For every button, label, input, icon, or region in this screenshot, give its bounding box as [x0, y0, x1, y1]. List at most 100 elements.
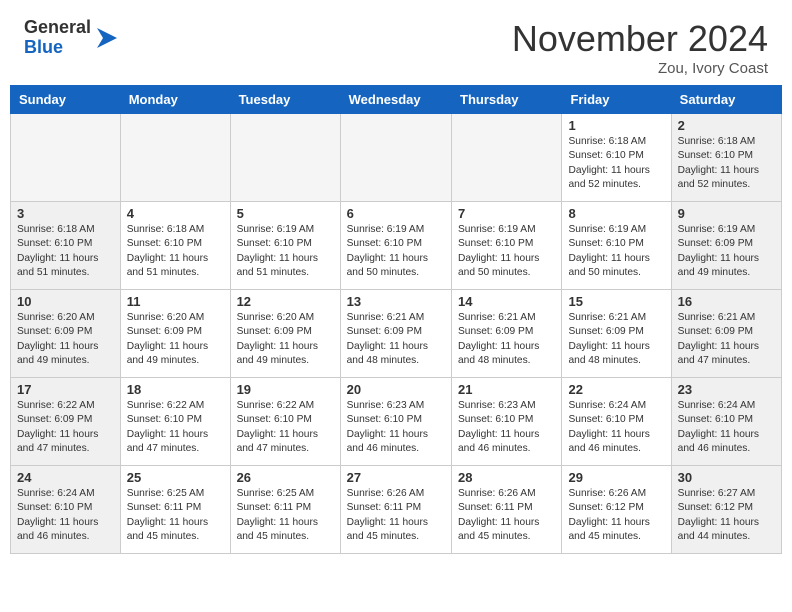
table-row: 29 Sunrise: 6:26 AM Sunset: 6:12 PM Dayli… [562, 466, 671, 554]
table-row: 30Sunrise: 6:27 AM Sunset: 6:12 PM Dayli… [671, 466, 781, 554]
day-info: Sunrise: 6:22 AM Sunset: 6:10 PM Dayligh… [127, 399, 224, 456]
day-info: Sunrise: 6:22 AM Sunset: 6:09 PM Dayligh… [17, 399, 114, 456]
day-number: 26 [237, 470, 334, 485]
col-sunday: Sunday [11, 86, 121, 114]
table-row: 6Sunrise: 6:19 AM Sunset: 6:10 PM Daylig… [340, 202, 451, 290]
day-info: Sunrise: 6:23 AM Sunset: 6:10 PM Dayligh… [347, 399, 445, 456]
calendar-header-row: Sunday Monday Tuesday Wednesday Thursday… [11, 86, 782, 114]
table-row: 26 Sunrise: 6:25 AM Sunset: 6:11 PM Dayli… [230, 466, 340, 554]
day-number: 5 [237, 206, 334, 221]
calendar-week-row: 3 Sunrise: 6:18 AM Sunset: 6:10 PM Daylig… [11, 202, 782, 290]
day-info: Sunrise: 6:21 AM Sunset: 6:09 PM Dayligh… [347, 311, 445, 368]
day-info: Sunrise: 6:24 AM Sunset: 6:10 PM Dayligh… [678, 399, 775, 456]
calendar-wrap: Sunday Monday Tuesday Wednesday Thursday… [0, 85, 792, 560]
day-number: 17 [17, 382, 114, 397]
day-number: 25 [127, 470, 224, 485]
day-number: 30 [678, 470, 775, 485]
day-info: Sunrise: 6:25 AM Sunset: 6:11 PM Dayligh… [237, 487, 334, 544]
table-row: 4 Sunrise: 6:18 AM Sunset: 6:10 PM Daylig… [120, 202, 230, 290]
col-tuesday: Tuesday [230, 86, 340, 114]
day-number: 2 [678, 118, 775, 133]
table-row: 10 Sunrise: 6:20 AM Sunset: 6:09 PM Dayli… [11, 290, 121, 378]
table-row: 14 Sunrise: 6:21 AM Sunset: 6:09 PM Dayli… [452, 290, 562, 378]
day-number: 19 [237, 382, 334, 397]
day-info: Sunrise: 6:19 AM Sunset: 6:10 PM Dayligh… [237, 223, 334, 280]
day-info: Sunrise: 6:19 AM Sunset: 6:10 PM Dayligh… [347, 223, 445, 280]
day-number: 7 [458, 206, 555, 221]
day-info: Sunrise: 6:20 AM Sunset: 6:09 PM Dayligh… [127, 311, 224, 368]
day-number: 16 [678, 294, 775, 309]
day-number: 12 [237, 294, 334, 309]
table-row: 19 Sunrise: 6:22 AM Sunset: 6:10 PM Dayli… [230, 378, 340, 466]
table-row [452, 114, 562, 202]
calendar-week-row: 17 Sunrise: 6:22 AM Sunset: 6:09 PM Dayli… [11, 378, 782, 466]
day-info: Sunrise: 6:24 AM Sunset: 6:10 PM Dayligh… [17, 487, 114, 544]
table-row: 25Sunrise: 6:25 AM Sunset: 6:11 PM Dayli… [120, 466, 230, 554]
col-thursday: Thursday [452, 86, 562, 114]
table-row: 20 Sunrise: 6:23 AM Sunset: 6:10 PM Dayli… [340, 378, 451, 466]
day-number: 23 [678, 382, 775, 397]
table-row: 7 Sunrise: 6:19 AM Sunset: 6:10 PM Daylig… [452, 202, 562, 290]
logo: General Blue [24, 18, 121, 58]
table-row: 9Sunrise: 6:19 AM Sunset: 6:09 PM Daylig… [671, 202, 781, 290]
day-number: 22 [568, 382, 664, 397]
table-row: 28 Sunrise: 6:26 AM Sunset: 6:11 PM Dayli… [452, 466, 562, 554]
day-info: Sunrise: 6:18 AM Sunset: 6:10 PM Dayligh… [678, 135, 775, 192]
table-row: 11 Sunrise: 6:20 AM Sunset: 6:09 PM Dayli… [120, 290, 230, 378]
day-number: 11 [127, 294, 224, 309]
calendar-week-row: 24 Sunrise: 6:24 AM Sunset: 6:10 PM Dayli… [11, 466, 782, 554]
day-number: 4 [127, 206, 224, 221]
day-number: 14 [458, 294, 555, 309]
table-row: 13Sunrise: 6:21 AM Sunset: 6:09 PM Dayli… [340, 290, 451, 378]
day-number: 18 [127, 382, 224, 397]
logo-blue: Blue [24, 37, 63, 57]
day-number: 15 [568, 294, 664, 309]
col-monday: Monday [120, 86, 230, 114]
table-row: 3 Sunrise: 6:18 AM Sunset: 6:10 PM Daylig… [11, 202, 121, 290]
day-info: Sunrise: 6:18 AM Sunset: 6:10 PM Dayligh… [127, 223, 224, 280]
logo-icon [93, 24, 121, 52]
day-info: Sunrise: 6:21 AM Sunset: 6:09 PM Dayligh… [458, 311, 555, 368]
table-row [230, 114, 340, 202]
day-number: 29 [568, 470, 664, 485]
day-info: Sunrise: 6:24 AM Sunset: 6:10 PM Dayligh… [568, 399, 664, 456]
day-info: Sunrise: 6:18 AM Sunset: 6:10 PM Dayligh… [17, 223, 114, 280]
day-info: Sunrise: 6:26 AM Sunset: 6:11 PM Dayligh… [458, 487, 555, 544]
table-row: 16 Sunrise: 6:21 AM Sunset: 6:09 PM Dayli… [671, 290, 781, 378]
day-number: 3 [17, 206, 114, 221]
day-number: 20 [347, 382, 445, 397]
day-number: 10 [17, 294, 114, 309]
table-row: 24 Sunrise: 6:24 AM Sunset: 6:10 PM Dayli… [11, 466, 121, 554]
day-number: 1 [568, 118, 664, 133]
day-info: Sunrise: 6:22 AM Sunset: 6:10 PM Dayligh… [237, 399, 334, 456]
day-info: Sunrise: 6:23 AM Sunset: 6:10 PM Dayligh… [458, 399, 555, 456]
day-info: Sunrise: 6:18 AM Sunset: 6:10 PM Dayligh… [568, 135, 664, 192]
col-friday: Friday [562, 86, 671, 114]
day-number: 28 [458, 470, 555, 485]
day-info: Sunrise: 6:26 AM Sunset: 6:12 PM Dayligh… [568, 487, 664, 544]
table-row [120, 114, 230, 202]
calendar-week-row: 1 Sunrise: 6:18 AM Sunset: 6:10 PM Daylig… [11, 114, 782, 202]
day-info: Sunrise: 6:20 AM Sunset: 6:09 PM Dayligh… [17, 311, 114, 368]
day-info: Sunrise: 6:19 AM Sunset: 6:10 PM Dayligh… [458, 223, 555, 280]
page-header: General Blue November 2024 Zou, Ivory Co… [0, 0, 792, 85]
table-row [340, 114, 451, 202]
table-row: 8 Sunrise: 6:19 AM Sunset: 6:10 PM Daylig… [562, 202, 671, 290]
table-row: 12Sunrise: 6:20 AM Sunset: 6:09 PM Dayli… [230, 290, 340, 378]
day-info: Sunrise: 6:21 AM Sunset: 6:09 PM Dayligh… [568, 311, 664, 368]
logo-general: General [24, 17, 91, 37]
col-wednesday: Wednesday [340, 86, 451, 114]
table-row: 23 Sunrise: 6:24 AM Sunset: 6:10 PM Dayli… [671, 378, 781, 466]
table-row: 15 Sunrise: 6:21 AM Sunset: 6:09 PM Dayli… [562, 290, 671, 378]
table-row: 21Sunrise: 6:23 AM Sunset: 6:10 PM Dayli… [452, 378, 562, 466]
day-info: Sunrise: 6:19 AM Sunset: 6:10 PM Dayligh… [568, 223, 664, 280]
day-info: Sunrise: 6:19 AM Sunset: 6:09 PM Dayligh… [678, 223, 775, 280]
day-number: 24 [17, 470, 114, 485]
day-info: Sunrise: 6:21 AM Sunset: 6:09 PM Dayligh… [678, 311, 775, 368]
title-area: November 2024 Zou, Ivory Coast [512, 18, 768, 77]
location-subtitle: Zou, Ivory Coast [512, 60, 768, 77]
day-number: 8 [568, 206, 664, 221]
table-row: 2 Sunrise: 6:18 AM Sunset: 6:10 PM Daylig… [671, 114, 781, 202]
table-row: 27Sunrise: 6:26 AM Sunset: 6:11 PM Dayli… [340, 466, 451, 554]
calendar-week-row: 10 Sunrise: 6:20 AM Sunset: 6:09 PM Dayli… [11, 290, 782, 378]
